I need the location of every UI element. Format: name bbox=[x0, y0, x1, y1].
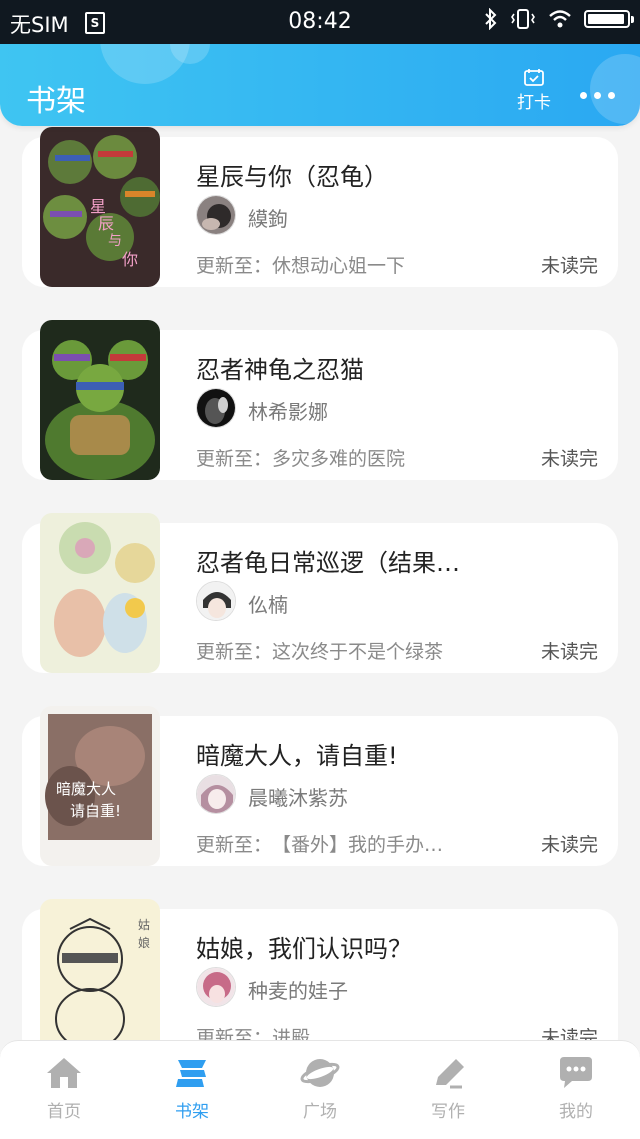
update-info: 更新至：这次终于不是个绿茶 bbox=[196, 637, 443, 664]
page-title: 书架 bbox=[26, 84, 86, 119]
bookshelf-list[interactable]: 星 辰 与 你 星辰与你（忍龟） 縸鉤 更新至：休想动心姐一下 未读完 忍者神龟… bbox=[0, 126, 640, 1040]
latest-chapter: 【番外】我的手办… bbox=[272, 834, 444, 856]
calendar-check-icon bbox=[524, 69, 544, 86]
book-card[interactable]: 暗魔大人 请自重! 暗魔大人，请自重! 晨曦沐紫苏 更新至：【番外】我的手办… … bbox=[22, 706, 618, 866]
status-bar: 无SIM S 08:42 bbox=[0, 0, 640, 44]
author-avatar bbox=[196, 388, 236, 428]
nav-write[interactable]: 写作 bbox=[408, 1055, 488, 1122]
book-title: 暗魔大人，请自重! bbox=[196, 742, 398, 770]
book-card[interactable]: 星 辰 与 你 星辰与你（忍龟） 縸鉤 更新至：休想动心姐一下 未读完 bbox=[22, 127, 618, 287]
book-title: 星辰与你（忍龟） bbox=[196, 163, 388, 191]
author-name: 晨曦沐紫苏 bbox=[248, 786, 348, 810]
author-avatar bbox=[196, 195, 236, 235]
svg-text:暗魔大人: 暗魔大人 bbox=[56, 780, 116, 798]
app-header: 书架 打卡 bbox=[0, 44, 640, 126]
author-name: 种麦的娃子 bbox=[248, 979, 348, 1003]
latest-chapter: 这次终于不是个绿茶 bbox=[272, 641, 444, 663]
nav-home[interactable]: 首页 bbox=[24, 1055, 104, 1122]
bookshelf-icon bbox=[176, 1060, 206, 1087]
book-title: 忍者龟日常巡逻（结果… bbox=[196, 549, 460, 577]
battery-fill bbox=[588, 14, 625, 24]
book-cover bbox=[40, 513, 160, 673]
nav-label: 广场 bbox=[303, 1102, 337, 1122]
read-status: 未读完 bbox=[540, 255, 598, 277]
author-avatar bbox=[196, 967, 236, 1007]
book-title: 忍者神龟之忍猫 bbox=[196, 356, 364, 384]
svg-text:你: 你 bbox=[122, 250, 138, 269]
checkin-button[interactable]: 打卡 bbox=[514, 68, 554, 113]
book-card[interactable]: 忍者神龟之忍猫 林希影娜 更新至：多灾多难的医院 未读完 bbox=[22, 320, 618, 480]
author-name: 仫楠 bbox=[248, 593, 288, 617]
nav-label: 写作 bbox=[431, 1102, 465, 1122]
svg-text:娘: 娘 bbox=[138, 935, 150, 950]
svg-text:请自重!: 请自重! bbox=[70, 802, 121, 820]
update-prefix: 更新至： bbox=[196, 834, 273, 856]
read-status: 未读完 bbox=[540, 641, 598, 663]
book-cover: 暗魔大人 请自重! bbox=[40, 706, 160, 866]
nav-label: 首页 bbox=[47, 1102, 81, 1122]
nav-label: 书架 bbox=[175, 1102, 209, 1122]
book-cover bbox=[40, 320, 160, 480]
update-prefix: 更新至： bbox=[196, 448, 273, 470]
latest-chapter: 多灾多难的医院 bbox=[272, 448, 406, 470]
update-prefix: 更新至： bbox=[196, 255, 273, 277]
update-info: 更新至：进殿 bbox=[196, 1023, 310, 1040]
pen-icon bbox=[436, 1059, 464, 1089]
planet-icon bbox=[300, 1059, 340, 1087]
nav-bookshelf[interactable]: 书架 bbox=[152, 1055, 232, 1122]
author-name: 縸鉤 bbox=[248, 207, 288, 231]
chat-bubble-icon bbox=[560, 1057, 592, 1088]
svg-text:辰: 辰 bbox=[98, 214, 114, 233]
svg-text:姑: 姑 bbox=[138, 918, 150, 932]
nav-mine[interactable]: 我的 bbox=[536, 1055, 616, 1122]
wifi-icon bbox=[549, 10, 571, 28]
read-status: 未读完 bbox=[540, 448, 598, 470]
nav-square[interactable]: 广场 bbox=[280, 1055, 360, 1122]
book-card[interactable]: 姑 娘 姑娘，我们认识吗？ 种麦的娃子 更新至：进殿 未读完 bbox=[22, 899, 618, 1040]
update-prefix: 更新至： bbox=[196, 641, 273, 663]
nav-label: 我的 bbox=[559, 1102, 593, 1122]
book-card[interactable]: 忍者龟日常巡逻（结果… 仫楠 更新至：这次终于不是个绿茶 未读完 bbox=[22, 513, 618, 673]
more-dots-icon[interactable] bbox=[578, 88, 618, 102]
update-prefix: 更新至： bbox=[196, 1027, 273, 1040]
book-title: 姑娘，我们认识吗？ bbox=[196, 935, 412, 963]
latest-chapter: 休想动心姐一下 bbox=[272, 255, 406, 277]
update-info: 更新至：休想动心姐一下 bbox=[196, 251, 405, 278]
read-status: 未读完 bbox=[540, 834, 598, 856]
battery-icon bbox=[584, 10, 634, 28]
author-avatar bbox=[196, 581, 236, 621]
checkin-label: 打卡 bbox=[517, 93, 551, 113]
author-name: 林希影娜 bbox=[248, 400, 328, 424]
home-icon bbox=[47, 1058, 81, 1088]
vibrate-icon bbox=[511, 9, 535, 29]
book-cover: 星 辰 与 你 bbox=[40, 127, 160, 287]
update-info: 更新至：多灾多难的医院 bbox=[196, 444, 405, 471]
bluetooth-icon bbox=[485, 8, 497, 30]
author-avatar bbox=[196, 774, 236, 814]
update-info: 更新至：【番外】我的手办… bbox=[196, 830, 443, 857]
bottom-nav: 首页 书架 广场 写作 我的 bbox=[0, 1040, 640, 1139]
book-cover: 姑 娘 bbox=[40, 899, 160, 1040]
read-status: 未读完 bbox=[540, 1027, 598, 1040]
svg-text:与: 与 bbox=[108, 233, 122, 249]
latest-chapter: 进殿 bbox=[272, 1027, 311, 1040]
